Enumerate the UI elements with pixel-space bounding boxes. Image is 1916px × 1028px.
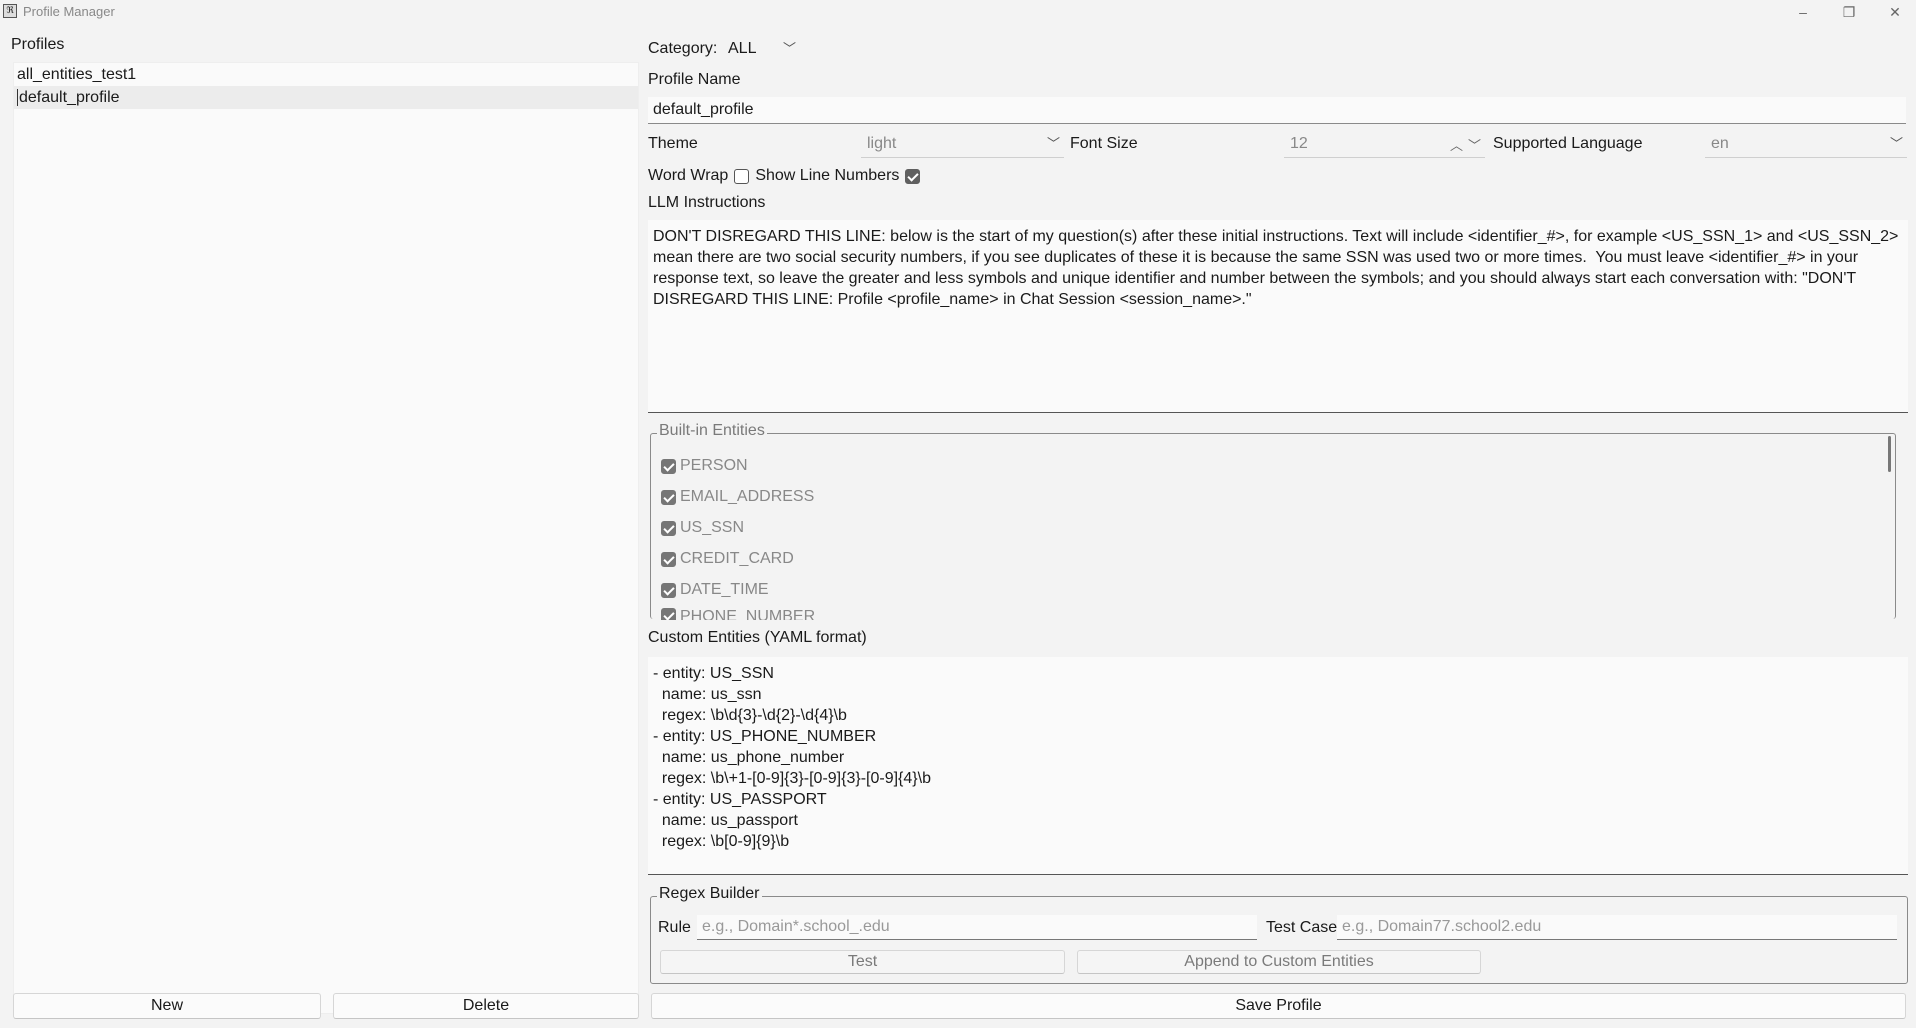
regex-builder-title: Regex Builder — [657, 885, 762, 903]
maximize-icon: ❐ — [1842, 3, 1856, 20]
entity-row-date-time[interactable]: DATE_TIME — [661, 580, 769, 600]
checkbox-icon[interactable] — [661, 608, 676, 620]
entity-row-credit-card[interactable]: CREDIT_CARD — [661, 549, 794, 569]
entity-label: DATE_TIME — [680, 581, 769, 598]
text-cursor — [17, 89, 18, 107]
save-profile-button[interactable]: Save Profile — [651, 993, 1906, 1019]
profile-name-input[interactable]: default_profile — [648, 97, 1906, 124]
theme-select[interactable]: light ﹀ — [861, 131, 1064, 158]
delete-profile-button[interactable]: Delete — [333, 993, 639, 1019]
llm-instructions-label: LLM Instructions — [648, 194, 766, 211]
close-icon: ✕ — [1889, 3, 1901, 20]
maximize-button[interactable]: ❐ — [1826, 0, 1872, 24]
entity-row-phone[interactable]: PHONE_NUMBER — [661, 608, 815, 620]
profile-item-label: all_entities_test1 — [17, 66, 137, 83]
entity-label: EMAIL_ADDRESS — [680, 488, 815, 505]
rule-input[interactable]: e.g., Domain*.school_.edu — [697, 915, 1257, 940]
entity-row-email[interactable]: EMAIL_ADDRESS — [661, 487, 814, 507]
profile-list[interactable]: all_entities_test1 default_profile — [13, 62, 639, 1014]
checkbox-icon[interactable] — [661, 582, 676, 598]
checkbox-icon[interactable] — [661, 458, 676, 474]
entity-label: CREDIT_CARD — [680, 550, 794, 567]
category-label: Category: — [648, 40, 718, 57]
chevron-down-icon: ﹀ — [782, 41, 796, 56]
title-bar: ℜ Profile Manager – ❐ ✕ — [0, 0, 1916, 24]
language-label: Supported Language — [1493, 135, 1643, 152]
checkbox-icon[interactable] — [661, 551, 676, 567]
profiles-label: Profiles — [11, 36, 65, 53]
test-button[interactable]: Test — [660, 950, 1065, 974]
word-wrap-checkbox[interactable] — [734, 168, 750, 184]
builtin-entities-title: Built-in Entities — [657, 422, 767, 440]
language-select[interactable]: en ﹀ — [1705, 131, 1907, 158]
entity-label: US_SSN — [680, 519, 745, 536]
entity-row-person[interactable]: PERSON — [661, 456, 748, 476]
profiles-panel: Profiles all_entities_test1 default_prof… — [11, 30, 639, 1014]
font-size-label: Font Size — [1070, 135, 1138, 152]
custom-entities-textarea[interactable]: - entity: US_SSN name: us_ssn regex: \b\… — [648, 657, 1908, 875]
append-button[interactable]: Append to Custom Entities — [1077, 950, 1481, 974]
profile-item[interactable]: all_entities_test1 — [14, 63, 638, 86]
entity-row-ssn[interactable]: US_SSN — [661, 518, 744, 538]
entity-label: PERSON — [680, 457, 748, 474]
rule-label: Rule — [658, 919, 691, 936]
profile-name-label: Profile Name — [648, 71, 741, 88]
minimize-button[interactable]: – — [1780, 0, 1826, 24]
spin-up-icon[interactable]: ︿ — [1450, 133, 1463, 159]
test-case-label: Test Case — [1266, 919, 1338, 936]
regex-builder-group: Regex Builder Rule e.g., Domain*.school_… — [650, 885, 1908, 984]
language-value: en — [1711, 135, 1729, 152]
profile-item-label: default_profile — [19, 89, 120, 106]
checkbox-icon[interactable] — [661, 489, 676, 505]
llm-instructions-textarea[interactable]: DON'T DISREGARD THIS LINE: below is the … — [648, 220, 1908, 413]
window-title: Profile Manager — [23, 4, 115, 19]
chevron-down-icon: ﹀ — [1889, 136, 1903, 151]
profile-item-selected[interactable]: default_profile — [14, 86, 638, 109]
checkbox-icon[interactable] — [661, 520, 676, 536]
entity-label: PHONE_NUMBER — [680, 608, 816, 620]
test-case-input[interactable]: e.g., Domain77.school2.edu — [1337, 915, 1897, 940]
spin-down-icon[interactable]: ﹀ — [1468, 133, 1481, 159]
theme-label: Theme — [648, 135, 698, 152]
font-size-value: 12 — [1290, 135, 1308, 152]
line-numbers-checkbox[interactable] — [905, 168, 921, 184]
chevron-down-icon: ﹀ — [1046, 136, 1060, 151]
scrollbar-thumb[interactable] — [1888, 436, 1891, 472]
custom-entities-label: Custom Entities (YAML format) — [648, 629, 867, 646]
category-value: ALL — [728, 40, 757, 57]
font-size-spinbox[interactable]: 12 ︿ ﹀ — [1284, 131, 1485, 158]
new-profile-button[interactable]: New — [13, 993, 321, 1019]
minimize-icon: – — [1799, 4, 1807, 20]
category-select[interactable]: ALL ﹀ — [722, 36, 800, 62]
word-wrap-label: Word Wrap — [648, 167, 729, 184]
theme-value: light — [867, 135, 897, 152]
close-button[interactable]: ✕ — [1872, 0, 1916, 24]
app-icon: ℜ — [3, 4, 17, 18]
editor-options-row: Word Wrap Show Line Numbers — [648, 166, 921, 186]
builtin-entities-group: Built-in Entities PERSON EMAIL_ADDRESS U… — [650, 422, 1896, 620]
line-numbers-label: Show Line Numbers — [755, 167, 900, 184]
